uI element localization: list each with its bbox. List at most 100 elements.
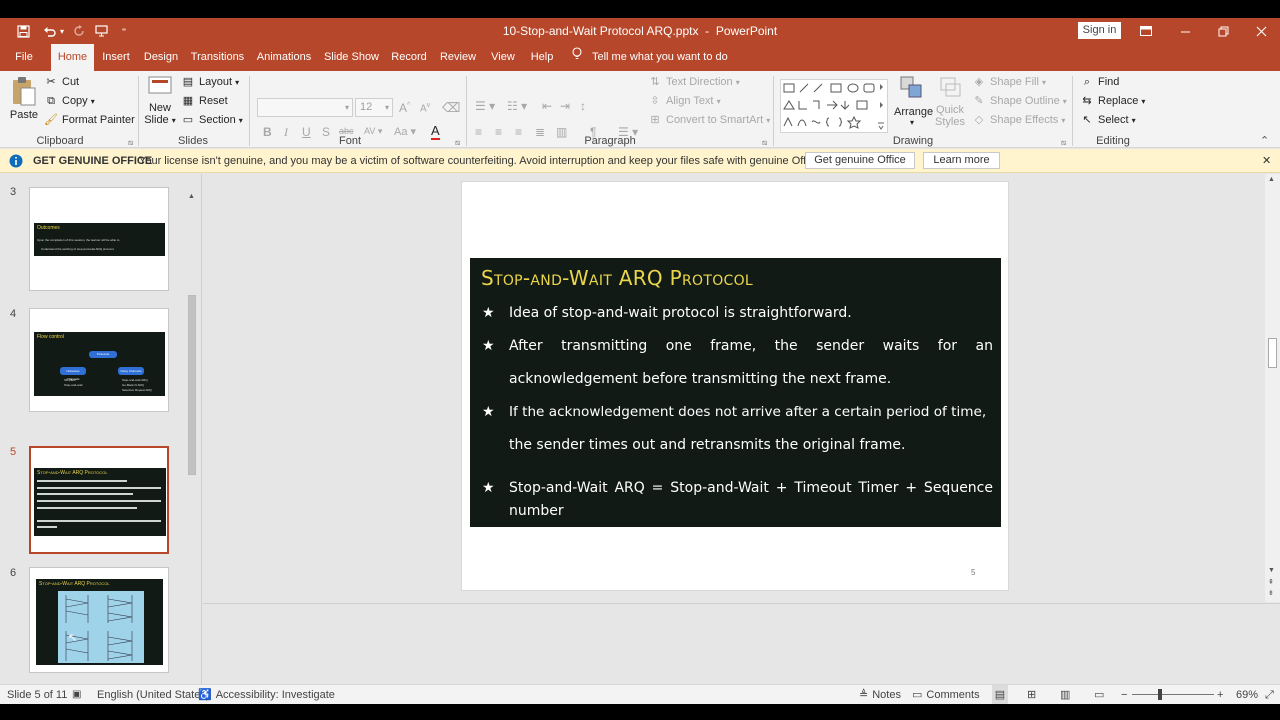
accessibility-status[interactable]: ♿ Accessibility: Investigate: [198, 685, 335, 704]
slide-thumbnail-5[interactable]: Stop-and-Wait ARQ Protocol: [29, 446, 169, 554]
collapse-ribbon-icon[interactable]: ⌃: [1260, 134, 1269, 147]
numbering-icon[interactable]: ☷ ▾: [507, 99, 527, 113]
columns-icon[interactable]: ▥: [556, 125, 567, 139]
sign-in-button[interactable]: Sign in: [1078, 22, 1121, 39]
layout-button[interactable]: ▤ Layout ▾: [181, 75, 239, 89]
notes-button[interactable]: ≜ Notes: [859, 685, 901, 704]
tab-help[interactable]: Help: [528, 44, 556, 71]
learn-more-button[interactable]: Learn more: [923, 152, 1000, 169]
cut-button[interactable]: ✂ Cut: [44, 75, 79, 89]
slide-sorter-icon[interactable]: ⊞: [1027, 685, 1036, 704]
ribbon-display-options-icon[interactable]: [1127, 18, 1165, 44]
bullets-icon[interactable]: ☰ ▾: [475, 99, 495, 113]
decrease-indent-icon[interactable]: ⇤: [542, 99, 552, 113]
replace-button[interactable]: ⇆ Replace ▾: [1080, 94, 1145, 108]
align-left-icon[interactable]: ≡: [475, 125, 482, 139]
increase-indent-icon[interactable]: ⇥: [560, 99, 570, 113]
slide-thumbnail-6[interactable]: Stop-and-Wait ARQ Protocol ↖: [29, 567, 169, 673]
new-slide-button[interactable]: New Slide ▾: [143, 73, 177, 133]
font-color-button[interactable]: A: [431, 123, 440, 140]
close-icon[interactable]: [1242, 18, 1280, 44]
align-text-button[interactable]: ⇳ Align Text ▾: [648, 94, 720, 108]
scroll-down-icon[interactable]: ▼: [1268, 567, 1275, 574]
bullet-2-continued[interactable]: acknowledgement before transmitting the …: [482, 363, 993, 396]
line-spacing-icon[interactable]: ↕: [580, 99, 586, 113]
drawing-launcher-icon[interactable]: ⧅: [1061, 138, 1066, 148]
zoom-in-icon[interactable]: +: [1217, 685, 1223, 704]
select-button[interactable]: ↖ Select ▾: [1080, 113, 1135, 127]
tab-design[interactable]: Design: [141, 44, 181, 71]
tab-insert[interactable]: Insert: [99, 44, 133, 71]
tab-transitions[interactable]: Transitions: [190, 44, 245, 71]
tab-view[interactable]: View: [487, 44, 519, 71]
next-slide-icon[interactable]: ⇟: [1268, 589, 1274, 597]
clear-formatting-icon[interactable]: ⌫: [442, 100, 460, 116]
shapes-gallery[interactable]: [780, 79, 888, 133]
save-icon[interactable]: [12, 18, 34, 44]
scrollbar-thumb[interactable]: [188, 295, 196, 475]
comments-button[interactable]: ▭ Comments: [912, 685, 980, 704]
shape-effects-button[interactable]: ◇ Shape Effects ▾: [972, 113, 1066, 127]
convert-smartart-button[interactable]: ⊞ Convert to SmartArt ▾: [648, 113, 770, 127]
tab-review[interactable]: Review: [439, 44, 477, 71]
copy-button[interactable]: ⧉ Copy ▾: [44, 94, 95, 108]
bold-button[interactable]: B: [263, 125, 272, 139]
close-message-icon[interactable]: ✕: [1262, 149, 1271, 173]
align-center-icon[interactable]: ≡: [495, 125, 502, 139]
arrange-button[interactable]: Arrange ▾: [894, 73, 933, 133]
slide-content-box[interactable]: Stop-and-Wait ARQ Protocol ★ Idea of sto…: [470, 258, 1001, 527]
tab-animations[interactable]: Animations: [255, 44, 313, 71]
reset-button[interactable]: ▦ Reset: [181, 94, 228, 108]
redo-icon[interactable]: [70, 18, 88, 44]
reading-view-icon[interactable]: ▥: [1060, 685, 1070, 704]
thumbnail-scrollbar[interactable]: ▲ ▼: [186, 190, 198, 684]
tab-slide-show[interactable]: Slide Show: [323, 44, 380, 71]
paragraph-launcher-icon[interactable]: ⧅: [762, 138, 767, 148]
bullet-4-continued[interactable]: number: [482, 498, 993, 524]
justify-icon[interactable]: ≣: [535, 125, 545, 139]
find-button[interactable]: ⌕ Find: [1080, 75, 1120, 89]
customize-toolbar-icon[interactable]: ⁼: [118, 18, 130, 44]
paste-button[interactable]: Paste: [9, 73, 39, 133]
underline-button[interactable]: U: [302, 125, 311, 139]
shape-fill-button[interactable]: ◈ Shape Fill ▾: [972, 75, 1046, 89]
slide-canvas[interactable]: Stop-and-Wait ARQ Protocol ★ Idea of sto…: [461, 181, 1009, 591]
scroll-up-icon[interactable]: ▲: [1268, 176, 1275, 183]
present-icon[interactable]: [92, 18, 110, 44]
shape-outline-button[interactable]: ✎ Shape Outline ▾: [972, 94, 1066, 108]
tab-home[interactable]: Home: [51, 44, 94, 71]
scroll-up-icon[interactable]: ▲: [188, 193, 195, 200]
slide-editor[interactable]: Stop-and-Wait ARQ Protocol ★ Idea of sto…: [203, 174, 1265, 602]
change-case-button[interactable]: Aa ▾: [394, 125, 416, 138]
text-direction-button[interactable]: ⇅ Text Direction ▾: [648, 75, 739, 89]
shrink-font-icon[interactable]: Av: [420, 102, 430, 114]
zoom-slider-thumb[interactable]: [1158, 689, 1162, 700]
notes-area[interactable]: [203, 603, 1280, 684]
fit-to-window-icon[interactable]: ⤢: [1265, 685, 1274, 704]
undo-dropdown-icon[interactable]: ▾: [58, 18, 66, 44]
bullet-3[interactable]: ★ If the acknowledgement does not arrive…: [482, 396, 993, 429]
align-right-icon[interactable]: ≡: [515, 125, 522, 139]
previous-slide-icon[interactable]: ⇞: [1268, 578, 1274, 586]
format-painter-button[interactable]: 🖌 Format Painter: [44, 113, 135, 127]
restore-icon[interactable]: [1204, 18, 1242, 44]
font-size-combo[interactable]: 12 ▾: [355, 98, 393, 117]
grow-font-icon[interactable]: A^: [399, 101, 410, 115]
font-name-combo[interactable]: ▾: [257, 98, 353, 117]
editor-scrollbar[interactable]: ▲ ▼ ⇞ ⇟: [1265, 174, 1280, 602]
language-status[interactable]: English (United States): [97, 685, 210, 704]
minimize-icon[interactable]: [1166, 18, 1204, 44]
undo-icon[interactable]: [38, 18, 60, 44]
quick-styles-button[interactable]: Quick Styles: [932, 73, 968, 133]
zoom-slider[interactable]: [1132, 694, 1214, 695]
bullet-1[interactable]: ★ Idea of stop-and-wait protocol is stra…: [482, 297, 993, 330]
section-button[interactable]: ▭ Section ▾: [181, 113, 243, 127]
zoom-level[interactable]: 69%: [1236, 685, 1258, 704]
italic-button[interactable]: I: [284, 125, 288, 140]
clipboard-launcher-icon[interactable]: ⧅: [128, 138, 133, 148]
slide-thumbnail-4[interactable]: Flow control Protocols Noiseless Channel…: [29, 308, 169, 412]
slide-title[interactable]: Stop-and-Wait ARQ Protocol: [481, 266, 753, 290]
bullet-2[interactable]: ★ After transmitting one frame, the send…: [482, 330, 993, 363]
zoom-out-icon[interactable]: −: [1121, 685, 1127, 704]
tab-record[interactable]: Record: [389, 44, 429, 71]
